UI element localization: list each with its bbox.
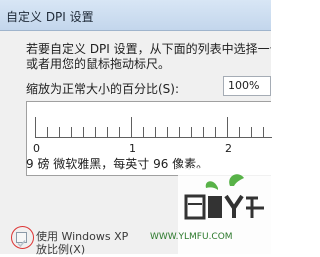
ruler-minor-tick: [107, 127, 108, 138]
ruler-minor-tick: [167, 127, 168, 138]
title-bar[interactable]: 自定义 DPI 设置: [0, 0, 271, 31]
ruler-minor-tick: [191, 127, 192, 138]
ruler-minor-tick: [143, 127, 144, 138]
ruler-minor-tick: [155, 127, 156, 138]
instruction-line-2: 或者用您的鼠标拖动标尺。: [26, 57, 171, 71]
ruler-minor-tick: [71, 127, 72, 138]
ruler-minor-tick: [263, 127, 264, 138]
scale-label: 缩放为正常大小的百分比(S):: [26, 82, 180, 96]
ruler-minor-tick: [59, 127, 60, 138]
ruler-major-tick: [131, 117, 132, 138]
ruler-minor-tick: [179, 127, 180, 138]
ruler-label-2: 2: [225, 142, 232, 155]
ruler-minor-tick: [239, 127, 240, 138]
ruler-minor-tick: [215, 127, 216, 138]
ruler-major-tick: [227, 117, 228, 138]
ruler-minor-tick: [203, 127, 204, 138]
scale-percent-dropdown[interactable]: 100%: [223, 76, 271, 96]
window-title: 自定义 DPI 设置: [6, 10, 94, 24]
ruler-minor-tick: [95, 127, 96, 138]
ruler-minor-tick: [47, 127, 48, 138]
watermark-text: WWW.YLMFU.COM: [150, 232, 233, 242]
xp-scaling-checkbox[interactable]: [16, 232, 27, 248]
instruction-line-1: 若要自定义 DPI 设置，从下面的列表中选择一个: [26, 42, 271, 56]
ruler-label-1: 1: [129, 142, 136, 155]
ruler-minor-tick: [119, 127, 120, 138]
ruler-label-0: 0: [33, 142, 40, 155]
ruler-minor-tick: [251, 127, 252, 138]
ruler-major-tick: [35, 117, 36, 138]
ruler-minor-tick: [83, 127, 84, 138]
xp-scaling-label-line2: 放比例(X): [36, 243, 86, 256]
checkmark-icon: [17, 240, 26, 248]
instruction-text: 若要自定义 DPI 设置，从下面的列表中选择一个 或者用您的鼠标拖动标尺。: [26, 42, 271, 72]
